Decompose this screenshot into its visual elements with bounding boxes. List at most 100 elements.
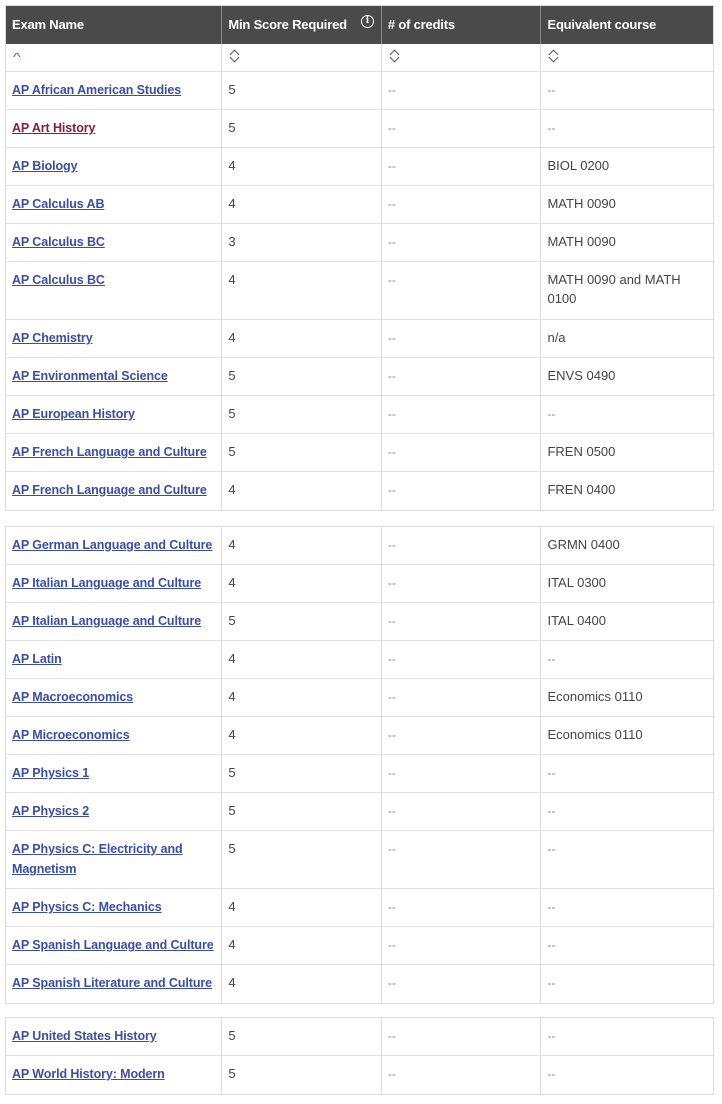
equivalent-course-cell: -- [541, 889, 713, 926]
table-row: AP Physics 2 5 -- -- [6, 793, 713, 831]
column-header-min-score[interactable]: Min Score Required i [222, 6, 382, 44]
equivalent-course-value: BIOL 0200 [547, 158, 610, 173]
equivalent-course-cell: ITAL 0400 [541, 603, 713, 640]
min-score-value: 5 [228, 444, 236, 459]
min-score-cell: 4 [222, 262, 382, 319]
equivalent-course-cell: ENVS 0490 [541, 358, 713, 395]
exam-link[interactable]: AP Art History [12, 121, 95, 135]
exam-link[interactable]: AP Physics 1 [12, 766, 89, 780]
sort-ascending-icon[interactable]: ^ [13, 50, 21, 64]
credits-cell: -- [382, 965, 542, 1003]
min-score-cell: 5 [222, 1056, 382, 1094]
min-score-cell: 4 [222, 679, 382, 716]
credits-cell: -- [382, 262, 542, 319]
credits-value: -- [387, 842, 396, 856]
credits-value: -- [387, 483, 396, 497]
min-score-cell: 4 [222, 186, 382, 223]
credits-value: -- [387, 83, 396, 97]
credits-value: -- [387, 121, 396, 135]
credits-cell: -- [382, 527, 542, 564]
table-header: Exam Name Min Score Required i # of credi… [6, 6, 713, 44]
column-header-credits[interactable]: # of credits [382, 6, 542, 44]
exam-link[interactable]: AP Italian Language and Culture [12, 576, 201, 590]
exam-link[interactable]: AP Italian Language and Culture [12, 614, 201, 628]
exam-link[interactable]: AP Spanish Literature and Culture [12, 976, 212, 990]
exam-link[interactable]: AP Macroeconomics [12, 690, 133, 704]
exam-link[interactable]: AP Calculus AB [12, 197, 104, 211]
equivalent-course-value: -- [547, 1067, 556, 1081]
credits-value: -- [387, 235, 396, 249]
column-header-exam-name[interactable]: Exam Name [6, 6, 223, 44]
credits-cell: -- [382, 224, 542, 261]
sort-toggle-icon[interactable] [390, 49, 400, 63]
min-score-value: 5 [228, 803, 236, 818]
table-row: AP United States History 5 -- -- [6, 1018, 713, 1056]
credits-value: -- [387, 804, 396, 818]
min-score-value: 4 [228, 689, 236, 704]
credits-value: -- [387, 445, 396, 459]
credits-cell: -- [382, 755, 542, 792]
exam-link[interactable]: AP Calculus BC [12, 273, 105, 287]
exam-link[interactable]: AP Physics C: Electricity and Magnetism [12, 842, 183, 876]
exam-name-cell: AP French Language and Culture [6, 472, 223, 510]
min-score-value: 4 [228, 651, 236, 666]
exam-name-cell: AP Macroeconomics [6, 679, 223, 716]
min-score-value: 4 [228, 330, 236, 345]
sort-toggle-icon[interactable] [549, 49, 559, 63]
exam-link[interactable]: AP Chemistry [12, 331, 93, 345]
equivalent-course-cell: Economics 0110 [541, 679, 713, 716]
equivalent-course-value: -- [547, 121, 556, 135]
exam-name-cell: AP Chemistry [6, 320, 223, 357]
credits-cell: -- [382, 1056, 542, 1094]
min-score-value: 4 [228, 158, 236, 173]
exam-link[interactable]: AP German Language and Culture [12, 538, 212, 552]
equivalent-course-cell: -- [541, 793, 713, 830]
credits-value: -- [387, 766, 396, 780]
exam-link[interactable]: AP Calculus BC [12, 235, 105, 249]
credits-value: -- [387, 197, 396, 211]
credits-cell: -- [382, 186, 542, 223]
table-row: AP French Language and Culture 4 -- FREN 04… [6, 472, 713, 510]
equivalent-course-value: GRMN 0400 [547, 537, 620, 552]
credits-value: -- [387, 690, 396, 704]
credits-cell: -- [382, 565, 542, 602]
exam-link[interactable]: AP Physics C: Mechanics [12, 900, 162, 914]
exam-link[interactable]: AP African American Studies [12, 83, 181, 97]
table-row: AP Italian Language and Culture 5 -- ITAL 0… [6, 603, 713, 641]
credits-value: -- [387, 159, 396, 173]
equivalent-course-cell: MATH 0090 [541, 186, 713, 223]
equivalent-course-value: -- [547, 652, 556, 666]
exam-link[interactable]: AP United States History [12, 1029, 157, 1043]
equivalent-course-cell: -- [541, 110, 713, 147]
credits-value: -- [387, 1029, 396, 1043]
credits-cell: -- [382, 603, 542, 640]
equivalent-course-cell: GRMN 0400 [541, 527, 713, 564]
exam-link[interactable]: AP European History [12, 407, 135, 421]
exam-link[interactable]: AP Microeconomics [12, 728, 130, 742]
credits-value: -- [387, 938, 396, 952]
exam-name-cell: AP Spanish Literature and Culture [6, 965, 223, 1003]
credits-cell: -- [382, 434, 542, 471]
column-header-equivalent-course[interactable]: Equivalent course [541, 6, 713, 44]
equivalent-course-cell: FREN 0400 [541, 472, 713, 510]
exam-link[interactable]: AP Latin [12, 652, 62, 666]
exam-name-cell: AP Physics 2 [6, 793, 223, 830]
min-score-cell: 4 [222, 927, 382, 964]
info-icon[interactable]: i [360, 15, 374, 28]
exam-link[interactable]: AP French Language and Culture [12, 483, 207, 497]
exam-link[interactable]: AP French Language and Culture [12, 445, 207, 459]
exam-name-cell: AP Art History [6, 110, 223, 147]
sort-toggle-icon[interactable] [230, 49, 240, 63]
exam-link[interactable]: AP Spanish Language and Culture [12, 938, 214, 952]
equivalent-course-cell: Economics 0110 [541, 717, 713, 754]
equivalent-course-value: FREN 0400 [547, 482, 616, 497]
credits-cell: -- [382, 641, 542, 678]
exam-link[interactable]: AP Physics 2 [12, 804, 89, 818]
exam-link[interactable]: AP Biology [12, 159, 78, 173]
exam-link[interactable]: AP World History: Modern [12, 1067, 165, 1081]
min-score-value: 4 [228, 727, 236, 742]
min-score-cell: 4 [222, 320, 382, 357]
exam-link[interactable]: AP Environmental Science [12, 369, 168, 383]
credits-cell: -- [382, 793, 542, 830]
min-score-value: 5 [228, 1028, 236, 1043]
